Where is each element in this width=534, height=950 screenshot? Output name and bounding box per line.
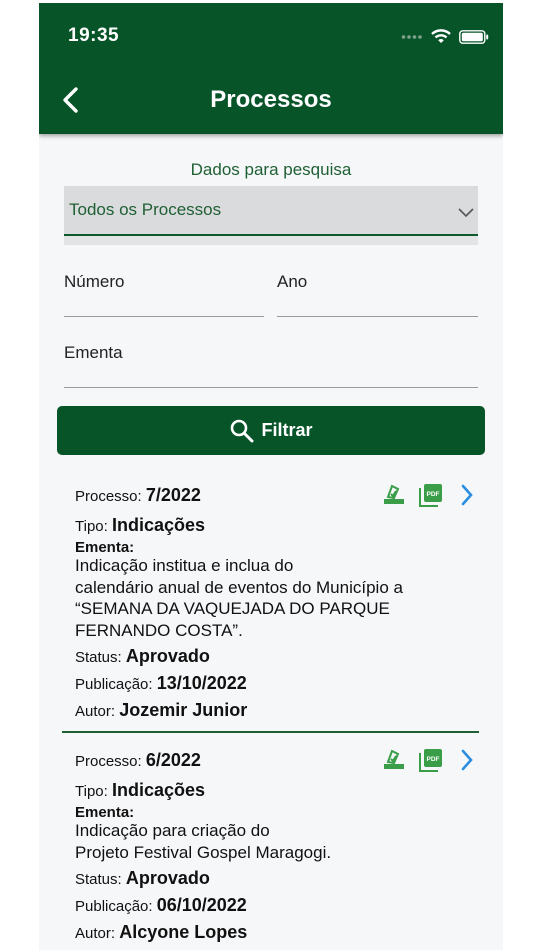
card-divider xyxy=(62,731,479,733)
signal-dots-icon xyxy=(401,34,422,39)
card-actions: PDF xyxy=(382,483,474,507)
tipo-value: Indicações xyxy=(111,515,206,535)
autor-row: Autor: Alcyone Lopes xyxy=(75,922,248,942)
ano-label: Ano xyxy=(277,272,308,291)
pdf-icon[interactable]: PDF xyxy=(419,748,443,772)
svg-text:PDF: PDF xyxy=(427,756,440,763)
chevron-down-icon xyxy=(458,208,474,218)
search-icon xyxy=(231,419,254,442)
process-type-select-value: Todos os Processos xyxy=(69,200,222,219)
status-time: 19:35 xyxy=(68,25,120,46)
processo-row: Processo: 6/2022 xyxy=(75,750,201,770)
wifi-icon xyxy=(431,29,451,43)
ementa-heading: Ementa: xyxy=(75,804,135,821)
numero-label: Número xyxy=(64,272,125,291)
card-actions: PDF xyxy=(382,748,474,772)
process-card[interactable]: Processo: 7/2022 PDF Tipo: Indicações Em… xyxy=(75,483,475,723)
publicacao-value: 13/10/2022 xyxy=(156,673,247,693)
ano-field[interactable] xyxy=(277,316,478,317)
publicacao-row: Publicação: 13/10/2022 xyxy=(75,673,247,693)
ementa-field[interactable] xyxy=(64,387,478,388)
ementa-heading: Ementa: xyxy=(75,539,135,556)
autor-row: Autor: Jozemir Junior xyxy=(75,700,248,720)
filter-button-label: Filtrar xyxy=(261,420,313,440)
publicacao-value: 06/10/2022 xyxy=(156,895,247,915)
page-title: Processos xyxy=(210,86,332,113)
status-row: Status: Aprovado xyxy=(75,646,210,666)
battery-icon xyxy=(459,29,489,44)
vote-icon[interactable] xyxy=(382,483,406,507)
processo-number: 7/2022 xyxy=(145,485,201,505)
autor-value: Alcyone Lopes xyxy=(119,922,248,942)
autor-value: Jozemir Junior xyxy=(119,700,248,720)
svg-text:PDF: PDF xyxy=(427,491,440,498)
search-heading: Dados para pesquisa xyxy=(190,160,352,179)
numero-field[interactable] xyxy=(64,316,264,317)
tipo-row: Tipo: Indicações xyxy=(75,780,206,800)
processo-number: 6/2022 xyxy=(145,750,201,770)
publicacao-row: Publicação: 06/10/2022 xyxy=(75,895,247,915)
vote-icon[interactable] xyxy=(382,748,406,772)
status-icons xyxy=(401,29,489,44)
processo-row: Processo: 7/2022 xyxy=(75,485,201,505)
status-value: Aprovado xyxy=(125,646,210,666)
filter-button[interactable]: Filtrar xyxy=(57,406,485,455)
ementa-text: Indicação para criação do Projeto Festiv… xyxy=(75,821,332,862)
app-screen: 19:35 Processos Dados para pesquisa Todo… xyxy=(39,3,503,950)
chevron-right-icon[interactable] xyxy=(460,484,474,506)
pdf-icon[interactable]: PDF xyxy=(419,483,443,507)
ementa-text: Indicação institua e inclua do calendári… xyxy=(75,556,403,640)
app-header: 19:35 Processos xyxy=(39,3,503,134)
process-card[interactable]: Processo: 6/2022 PDF Tipo: Indicações Em… xyxy=(75,748,475,948)
status-row: Status: Aprovado xyxy=(75,868,210,888)
process-type-select-field[interactable]: Todos os Processos xyxy=(64,186,478,236)
status-value: Aprovado xyxy=(125,868,210,888)
tipo-row: Tipo: Indicações xyxy=(75,515,206,535)
tipo-value: Indicações xyxy=(111,780,206,800)
process-type-select[interactable]: Todos os Processos xyxy=(64,186,478,245)
chevron-right-icon[interactable] xyxy=(460,749,474,771)
ementa-label: Ementa xyxy=(64,343,123,362)
